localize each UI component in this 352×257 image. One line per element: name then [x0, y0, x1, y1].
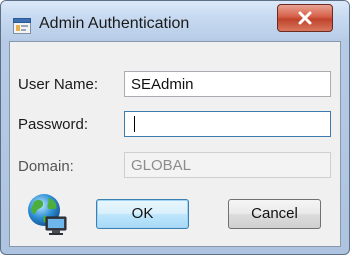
domain-label: Domain:: [18, 158, 74, 175]
ok-button[interactable]: OK: [96, 199, 189, 229]
window-title: Admin Authentication: [39, 15, 190, 32]
username-field[interactable]: [124, 71, 331, 97]
cancel-button[interactable]: Cancel: [228, 199, 321, 229]
close-button[interactable]: [277, 4, 333, 32]
close-icon: [298, 11, 312, 25]
dialog-body: User Name: Password: Domain: OK Cancel: [9, 41, 341, 247]
app-icon: [13, 18, 31, 34]
username-label: User Name:: [18, 76, 99, 93]
title-bar[interactable]: Admin Authentication: [1, 1, 349, 39]
password-label: Password:: [18, 116, 89, 133]
password-field[interactable]: [124, 111, 331, 137]
admin-auth-dialog: Admin Authentication User Name: Password…: [0, 0, 350, 255]
domain-field[interactable]: [124, 152, 331, 178]
network-globe-icon: [28, 194, 67, 235]
text-caret: [134, 116, 135, 132]
